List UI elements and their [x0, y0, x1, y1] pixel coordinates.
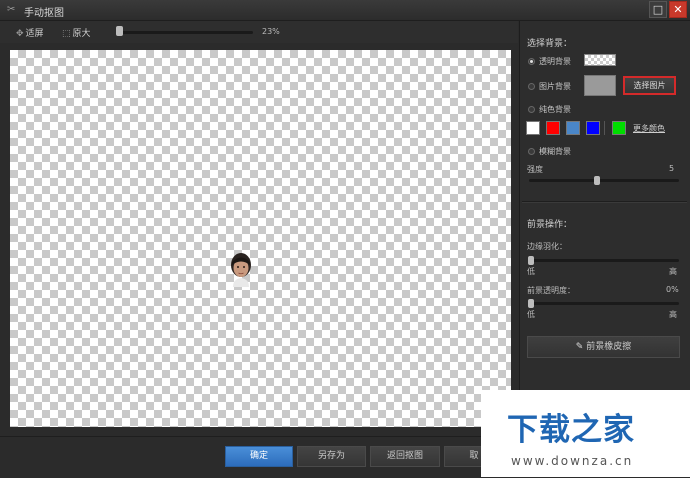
foreground-section-title: 前景操作：: [527, 220, 573, 230]
transparent-background-label: 透明背景: [539, 57, 571, 66]
opacity-value: 0%: [666, 285, 679, 294]
close-icon: ✕: [673, 3, 683, 16]
save-as-button[interactable]: 另存为: [297, 446, 366, 467]
transparent-background-preview: [584, 54, 616, 66]
feather-label: 边缘羽化：: [527, 242, 567, 251]
color-swatch-blue[interactable]: [586, 121, 600, 135]
color-swatch-white[interactable]: [526, 121, 540, 135]
toolbar: ✥ 适屏 ⬚ 原大 23%: [0, 21, 518, 43]
original-size-icon: ⬚: [62, 29, 71, 39]
solid-background-label: 纯色背景: [539, 105, 571, 114]
maximize-button[interactable]: □: [649, 1, 667, 18]
cutout-subject: [231, 253, 251, 287]
radio-solid-background[interactable]: [528, 106, 535, 113]
fit-screen-button[interactable]: ✥ 适屏: [16, 26, 44, 39]
zoom-slider-handle[interactable]: [116, 26, 123, 36]
watermark: 下载之家 www.downza.cn: [481, 390, 690, 477]
maximize-icon: □: [652, 3, 664, 16]
radio-image-background[interactable]: [528, 83, 535, 90]
eraser-icon: ✎: [575, 342, 584, 352]
color-swatch-light-blue[interactable]: [566, 121, 580, 135]
strength-slider[interactable]: [529, 179, 679, 182]
feather-slider[interactable]: [529, 259, 679, 262]
app-icon: ✂: [7, 4, 16, 15]
zoom-slider[interactable]: [117, 31, 253, 34]
watermark-brand: 下载之家: [507, 412, 635, 448]
watermark-url: www.downza.cn: [511, 454, 634, 468]
close-button[interactable]: ✕: [669, 1, 687, 18]
opacity-slider-handle[interactable]: [528, 299, 534, 308]
background-section-title: 选择背景：: [527, 39, 573, 49]
opacity-high-label: 高: [669, 310, 677, 319]
strength-label: 强度: [527, 165, 543, 174]
more-colors-link[interactable]: 更多颜色: [633, 123, 665, 134]
window-title: 手动抠图: [24, 8, 64, 19]
select-image-button[interactable]: 选择图片: [623, 76, 676, 95]
radio-blur-background[interactable]: [528, 148, 535, 155]
radio-transparent-background[interactable]: [528, 58, 535, 65]
transparent-canvas[interactable]: [10, 50, 511, 427]
confirm-button[interactable]: 确定: [225, 446, 293, 467]
image-background-preview: [584, 75, 616, 96]
image-background-label: 图片背景: [539, 82, 571, 91]
back-to-cutout-button[interactable]: 返回抠图: [370, 446, 440, 467]
foreground-eraser-button[interactable]: ✎ 前景橡皮擦: [527, 336, 680, 358]
opacity-low-label: 低: [527, 310, 535, 319]
feather-low-label: 低: [527, 267, 535, 276]
opacity-label: 前景透明度：: [527, 286, 575, 295]
color-swatch-red[interactable]: [546, 121, 560, 135]
feather-high-label: 高: [669, 267, 677, 276]
original-size-button[interactable]: ⬚ 原大: [62, 26, 91, 39]
opacity-slider[interactable]: [529, 302, 679, 305]
swatch-divider: [604, 121, 605, 135]
section-divider: [522, 201, 687, 203]
strength-value: 5: [669, 164, 675, 173]
zoom-value: 23%: [262, 27, 280, 36]
feather-slider-handle[interactable]: [528, 256, 534, 265]
color-swatch-green[interactable]: [612, 121, 626, 135]
blur-background-label: 模糊背景: [539, 147, 571, 156]
fit-screen-icon: ✥: [16, 29, 24, 39]
strength-slider-handle[interactable]: [593, 176, 600, 185]
title-bar: ✂ 手动抠图 □ ✕: [0, 0, 690, 21]
